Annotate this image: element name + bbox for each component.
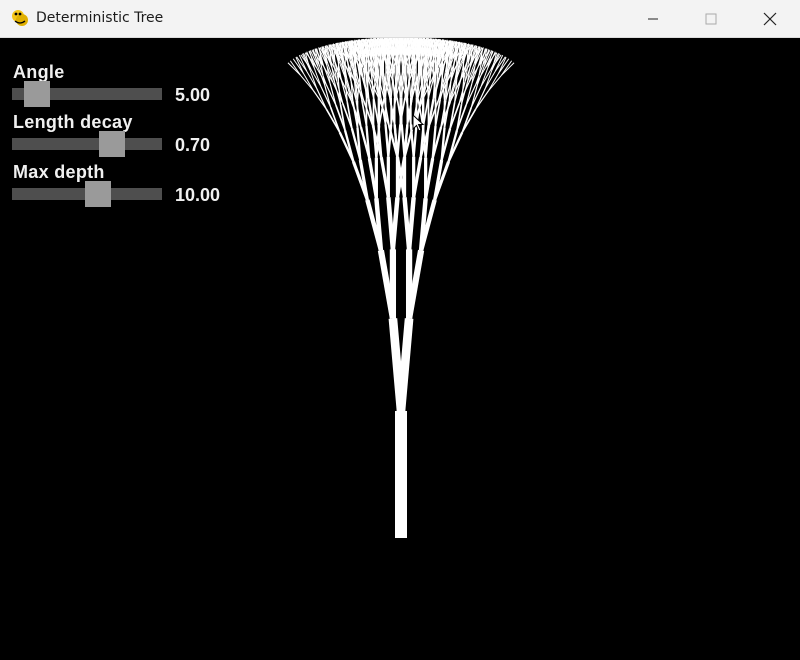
angle-slider-knob[interactable] [24,81,51,107]
tree-branch [300,75,314,91]
minimize-button[interactable] [624,0,682,37]
length-decay-slider-track[interactable] [12,138,162,150]
max-depth-label: Max depth [13,162,105,182]
tree-branch [316,88,327,110]
tree-branch [396,318,414,412]
angle-value: 5.00 [175,85,211,105]
mouse-cursor-icon [412,114,424,132]
maximize-icon [705,13,717,24]
length-decay-label: Length decay [13,112,133,132]
tree-branches [287,38,515,538]
tree-branch [390,197,400,250]
minimize-icon [648,18,658,19]
tree-branch [501,62,515,76]
length-decay-slider-knob[interactable] [98,131,125,157]
window-title: Deterministic Tree [36,10,164,26]
max-depth-value: 10.00 [175,185,221,205]
close-icon [763,12,777,25]
tree-branch [488,75,502,91]
maximize-button[interactable] [682,0,740,37]
angle-label: Angle [13,62,65,82]
close-button[interactable] [741,0,799,37]
tree-branch [424,125,430,158]
tree-canvas[interactable]: Angle 5.00 Length decay 0.70 Max depth 1… [0,38,800,660]
max-depth-slider-knob[interactable] [85,181,112,207]
length-decay-value: 0.70 [175,135,211,155]
python-snake-icon [12,10,28,26]
title-bar[interactable]: Deterministic Tree [0,0,800,38]
app-window: Deterministic Tree Angle 5.00 Length dec… [0,0,800,660]
tree-branch [406,197,416,250]
